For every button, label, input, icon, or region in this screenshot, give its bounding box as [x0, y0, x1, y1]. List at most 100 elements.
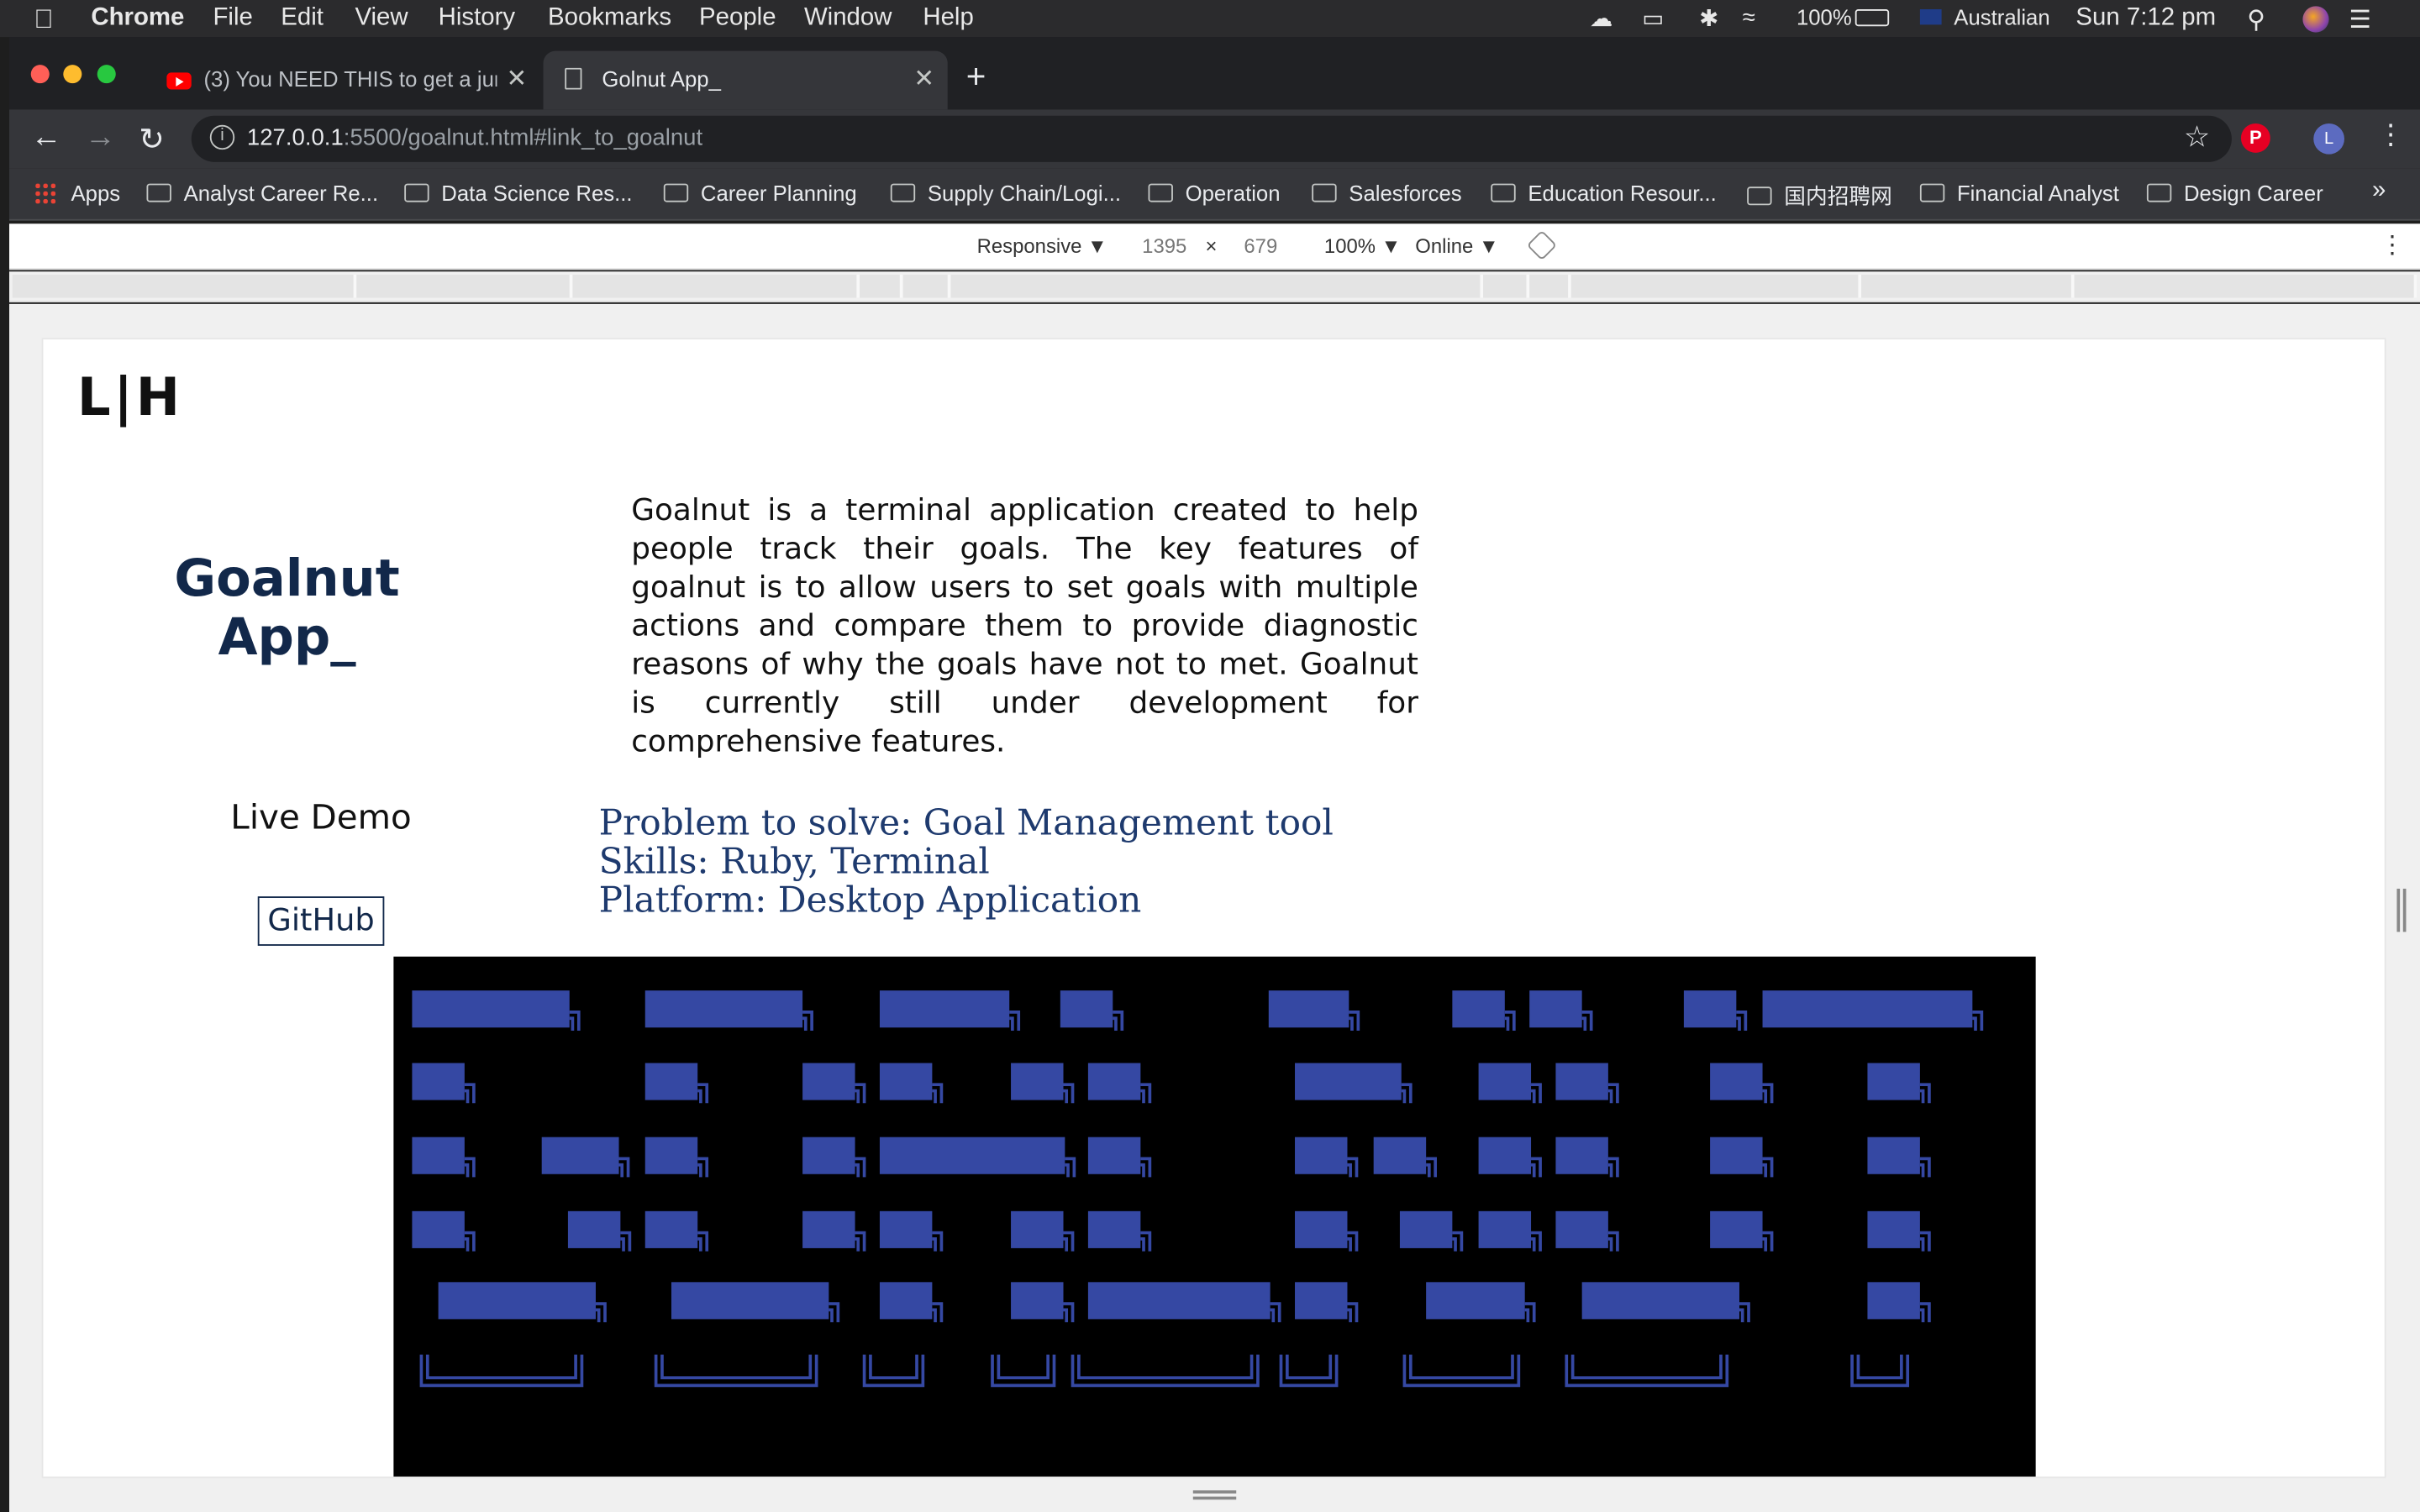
media-query-segment[interactable] [1529, 274, 1571, 298]
bookmark-star-icon[interactable]: ☆ [2184, 120, 2210, 155]
bookmarks-overflow-chevron[interactable]: » [2372, 177, 2386, 205]
spec-problem: Problem to solve: Goal Management tool [598, 803, 1334, 844]
bookmark-folder[interactable]: Analyst Career Re... [146, 181, 378, 205]
media-query-segment[interactable] [860, 274, 903, 298]
media-query-segment[interactable] [356, 274, 573, 298]
ascii-block [567, 1210, 621, 1248]
dimension-separator: × [1205, 234, 1218, 258]
ascii-outline [1065, 1157, 1076, 1178]
zoom-select[interactable]: 100% ▼ [1324, 234, 1401, 258]
close-window-button[interactable] [30, 65, 50, 84]
menu-history[interactable]: History [439, 5, 515, 33]
bookmark-folder[interactable]: Supply Chain/Logi... [890, 181, 1121, 205]
device-toolbar: Responsive ▼ 1395 × 679 100% ▼ Online ▼ … [9, 223, 2420, 270]
media-query-segment[interactable] [902, 274, 951, 298]
bookmark-folder[interactable]: Operation [1148, 180, 1281, 206]
ascii-outline [1140, 1231, 1152, 1252]
ascii-block [412, 1137, 465, 1174]
media-query-segment[interactable] [1570, 274, 1862, 298]
viewport-width-input[interactable]: 1395 [1142, 234, 1186, 258]
ascii-outline [991, 1354, 1056, 1388]
ascii-outline [1919, 1231, 1931, 1252]
wifi-icon[interactable]: ≈ [1743, 5, 1755, 31]
bookmark-folder[interactable]: 国内招聘网 [1747, 181, 1892, 212]
media-query-segment[interactable] [1483, 274, 1530, 298]
ascii-block [1087, 1137, 1141, 1174]
app-menu-chrome[interactable]: Chrome [91, 5, 184, 33]
url-text[interactable]: 127.0.0.1:5500/goalnut.html#link_to_goal… [247, 125, 702, 151]
media-query-segment[interactable] [1861, 274, 2075, 298]
battery-icon[interactable] [1854, 9, 1890, 27]
web-page: L|H Goalnut App_ Goalnut is a terminal a… [41, 338, 2386, 1478]
menu-file[interactable]: File [213, 5, 252, 33]
tab-golnut-app[interactable]: Golnut App_ ✕ [543, 50, 948, 110]
menu-help[interactable]: Help [923, 5, 973, 33]
ascii-block [412, 1063, 465, 1100]
ascii-block [879, 1210, 933, 1248]
network-throttle-select[interactable]: Online ▼ [1415, 234, 1498, 258]
menu-people[interactable]: People [699, 5, 776, 33]
forward-arrow-icon[interactable]: → [85, 120, 116, 155]
airplay-icon[interactable]: ▭ [1642, 5, 1664, 32]
bluetooth-icon[interactable]: ✱ [1699, 5, 1718, 32]
live-demo-link[interactable]: Live Demo [182, 799, 460, 837]
bookmark-folder[interactable]: Education Resour... [1491, 181, 1717, 205]
creative-cloud-icon[interactable]: ☁ [1590, 5, 1613, 32]
ascii-block [802, 1210, 855, 1248]
input-source-label[interactable]: Australian [1954, 5, 2049, 29]
spotlight-search-icon[interactable]: ⚲ [2247, 5, 2265, 36]
bookmark-folder[interactable]: Salesforces [1312, 181, 1462, 205]
ascii-block [644, 990, 803, 1028]
tab-youtube[interactable]: (3) You NEED THIS to get a jun ✕ [145, 51, 540, 110]
pinterest-extension-icon[interactable]: P [2240, 123, 2270, 153]
menu-bookmarks[interactable]: Bookmarks [548, 5, 671, 33]
battery-percent[interactable]: 100% [1797, 5, 1852, 29]
bookmark-apps[interactable]: Apps [71, 181, 120, 205]
viewport-resize-handle-bottom[interactable] [1192, 1490, 1237, 1500]
reload-icon[interactable]: ↻ [139, 120, 165, 159]
bookmark-label: Financial Analyst [1956, 180, 2119, 206]
media-query-segment[interactable] [12, 274, 357, 298]
clock[interactable]: Sun 7:12 pm [2075, 5, 2216, 33]
media-query-bar[interactable] [9, 271, 2420, 302]
menu-window[interactable]: Window [804, 5, 892, 33]
siri-icon[interactable] [2302, 6, 2329, 33]
ascii-outline [1531, 1231, 1542, 1252]
new-tab-button[interactable]: + [966, 60, 986, 94]
chrome-menu-icon[interactable]: ⋮ [2377, 118, 2405, 151]
close-tab-icon[interactable]: ✕ [506, 63, 527, 94]
bookmark-folder[interactable]: Data Science Res... [404, 181, 633, 205]
zoom-window-button[interactable] [97, 65, 116, 84]
media-query-segment[interactable] [572, 274, 860, 298]
apple-icon[interactable]:  [34, 5, 53, 36]
bookmark-folder[interactable]: Design Career [2146, 181, 2323, 205]
site-logo[interactable]: L|H [77, 367, 183, 428]
ascii-outline [1607, 1157, 1619, 1178]
notification-center-icon[interactable]: ☰ [2349, 5, 2371, 36]
bookmark-folder[interactable]: Career Planning [663, 181, 857, 205]
ascii-outline [464, 1083, 476, 1104]
bookmark-label: Operation [1185, 180, 1281, 206]
profile-avatar[interactable]: L [2313, 123, 2344, 155]
media-query-segment[interactable] [2074, 274, 2417, 298]
viewport-height-input[interactable]: 679 [1244, 234, 1277, 258]
close-tab-icon[interactable]: ✕ [913, 63, 934, 94]
menu-view[interactable]: View [355, 5, 408, 33]
ascii-outline [1850, 1354, 1910, 1388]
ascii-outline [419, 1354, 584, 1388]
devtools-more-icon[interactable]: ⋮ [2380, 230, 2404, 261]
ascii-outline [1739, 1302, 1750, 1323]
ascii-block [671, 1282, 829, 1320]
bookmark-folder[interactable]: Financial Analyst [1919, 180, 2119, 206]
ascii-outline [654, 1354, 818, 1388]
github-link-button[interactable]: GitHub [257, 896, 385, 946]
address-bar[interactable]: i 127.0.0.1:5500/goalnut.html#link_to_go… [191, 115, 2232, 162]
site-info-icon[interactable]: i [209, 124, 235, 150]
menu-edit[interactable]: Edit [281, 5, 324, 33]
device-mode-select[interactable]: Responsive ▼ [977, 234, 1107, 258]
viewport-resize-handle-right[interactable] [2396, 888, 2407, 932]
minimize-window-button[interactable] [63, 65, 82, 84]
back-arrow-icon[interactable]: ← [31, 120, 62, 155]
rotate-icon[interactable] [1526, 229, 1558, 261]
media-query-segment[interactable] [950, 274, 1484, 298]
